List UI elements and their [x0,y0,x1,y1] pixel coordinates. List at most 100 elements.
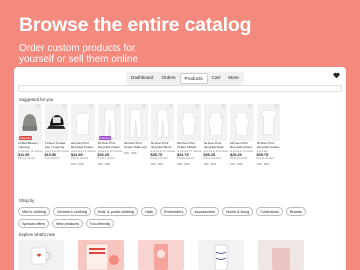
mug-image [31,247,51,265]
product-card[interactable]: ♡ All-Over Print Recycled Unisex Zip Hood… [71,104,96,166]
product-title: All-Over Print Recycled Swim Trunks [203,142,225,149]
shop-by-special-offers[interactable]: Special offers [18,219,49,229]
shop-by-pills: Men's clothing Women's clothing Kids' & yo… [18,207,338,229]
product-discount: 15% - 50% [256,163,270,166]
product-image: ♡ [177,104,201,141]
product-image: ♡ [256,104,280,141]
main-nav: Dashboard Orders Products Cart More [126,72,244,85]
product-image: ♡ Premium [97,104,121,141]
product-sub: Priority Growth [256,157,274,160]
product-discount: 15% - 50% [203,163,217,166]
product-image: ♡ [230,104,254,141]
heart-icon[interactable]: ♡ [116,105,120,110]
shop-by-new-products[interactable]: New products [51,219,84,229]
product-sub: Priority Growth [230,157,248,160]
product-title: All-Over Print Recycled Unisex Zip Hoodi… [71,142,94,149]
shop-by-collections[interactable]: Collections [256,207,283,217]
hero-title: Browse the entire catalog [19,14,252,36]
nav-orders[interactable]: Orders [157,73,179,84]
heart-icon[interactable]: ♡ [89,105,93,110]
search-input[interactable] [18,85,342,92]
nav-cart[interactable]: Cart [208,73,225,84]
product-image [272,248,290,270]
heart-icon[interactable]: ♡ [142,105,146,110]
heart-icon[interactable] [333,72,340,79]
new-product-tumbler[interactable] [198,240,244,270]
new-product-phone-case[interactable] [138,240,184,270]
product-title: All-Over Print Recycled Hockey Fan Jerse… [256,142,280,149]
product-card[interactable]: ♡ All-Over Print Recycled Hockey Fan Jers… [256,104,280,166]
product-tag: Bestseller [19,136,33,140]
product-sub: Priority Growth [71,157,89,160]
nav-dashboard[interactable]: Dashboard [127,73,157,84]
product-card[interactable]: ♡ All-Over Print Unisex Wide-Leg Pants 15%… [124,104,148,166]
suggested-heading: Suggested for you [19,97,53,102]
heart-icon[interactable]: ♡ [275,105,279,110]
shop-by-embroidery[interactable]: Embroidery [159,207,188,217]
product-discount: 15% - 50% [124,152,137,155]
new-heading: Explore what's new [19,232,55,237]
heart-icon[interactable]: ♡ [248,105,252,110]
product-discount: 15% - 50% [97,163,111,166]
product-title: Cuffed Beanie | Yupoong 1501KC [18,142,39,149]
hero-subtitle: Order custom products for yourself or se… [19,43,138,65]
product-discount: 15% - 50% [177,163,190,166]
shop-by-home-living[interactable]: Home & living [221,207,254,217]
tumbler-image [214,244,228,270]
shop-by-eco-friendly[interactable]: Eco-friendly [86,219,115,229]
product-discount: 15% - 50% [150,163,164,166]
product-sub: Priority Growth [203,157,221,160]
product-discount: 15% - 50% [71,163,84,166]
product-title: All-Over Print Unisex Wide-Leg Pants [124,142,147,149]
shop-by-heading: Shop by [19,198,35,203]
product-sub: Priority Growth [97,157,115,160]
shop-by-women-s-clothing[interactable]: Women's clothing [53,207,91,217]
catalog-window: Dashboard Orders Products Cart More Suggeste… [14,67,346,270]
nav-products[interactable]: Products [179,73,208,84]
heart-icon[interactable]: ♡ [195,105,199,110]
product-image: ♡ [124,104,148,141]
new-product-item[interactable] [258,240,304,270]
hero: Browse the entire catalog Order custom p… [19,14,349,65]
product-sub: Priority Growth [150,157,168,160]
product-card[interactable]: ♡All-Over Print Recycled Swim Trunks★★★★… [203,104,228,166]
new-products [18,240,304,270]
product-tag: Premium [98,136,111,140]
product-image: ♡ Bestseller [18,104,42,141]
new-product-poster[interactable] [78,240,124,270]
phone-case-image [154,244,168,270]
top-bar: Dashboard Orders Products Cart More [14,67,346,85]
product-discount: 15% - 50% [230,163,243,166]
product-card[interactable]: ♡All-Over Print Recycled Men's Joggers★★… [150,104,175,166]
product-sub: Priority Growth [18,157,36,160]
poster-image [85,243,119,270]
product-title: All-Over Print Recycled Unisex Tee [230,142,253,149]
product-card[interactable]: ♡All-Over Print Unisex Athletic Shorts★★… [177,104,202,166]
product-sub: From $10.50 [44,157,60,160]
new-product-mug[interactable] [18,240,64,270]
product-title: All-Over Print Unisex Athletic Shorts [177,142,197,149]
suggested-products: ♡ Bestseller Cuffed Beanie | Yupoong 1501K… [18,104,280,166]
product-title: All-Over Print Recycled Men's Joggers [150,142,172,149]
product-card[interactable]: ♡5 Panel Trucker Cap | Yupoong 6006★★★★★… [44,104,69,166]
heart-icon[interactable]: ♡ [63,105,67,110]
shop-by-men-s-clothing[interactable]: Men's clothing [18,207,51,217]
product-card[interactable]: ♡All-Over Print Recycled Unisex Tee★★★★★… [230,104,254,166]
product-image: ♡ [150,104,174,141]
product-sub: Priority Growth [177,157,195,160]
shop-by-hats[interactable]: Hats [141,207,157,217]
product-card[interactable]: ♡ Bestseller Cuffed Beanie | Yupoong 1501K… [18,104,43,166]
shop-by-kids-youth-clothing[interactable]: Kids' & youth clothing [93,207,139,217]
product-image: ♡ [71,104,95,141]
shop-by-brands[interactable]: Brands [285,207,306,217]
product-card[interactable]: ♡ Premium All-Over Print Recycled Unisex J… [97,104,122,166]
heart-icon[interactable]: ♡ [36,105,40,110]
product-title: 5 Panel Trucker Cap | Yupoong 6006 [44,142,66,149]
nav-more[interactable]: More [224,73,242,84]
shop-by-accessories[interactable]: Accessories [190,207,219,217]
product-image: ♡ [44,104,68,141]
product-title: All-Over Print Recycled Unisex Joggers [97,142,120,149]
product-image: ♡ [203,104,227,141]
heart-icon[interactable]: ♡ [222,105,226,110]
heart-icon[interactable]: ♡ [169,105,173,110]
